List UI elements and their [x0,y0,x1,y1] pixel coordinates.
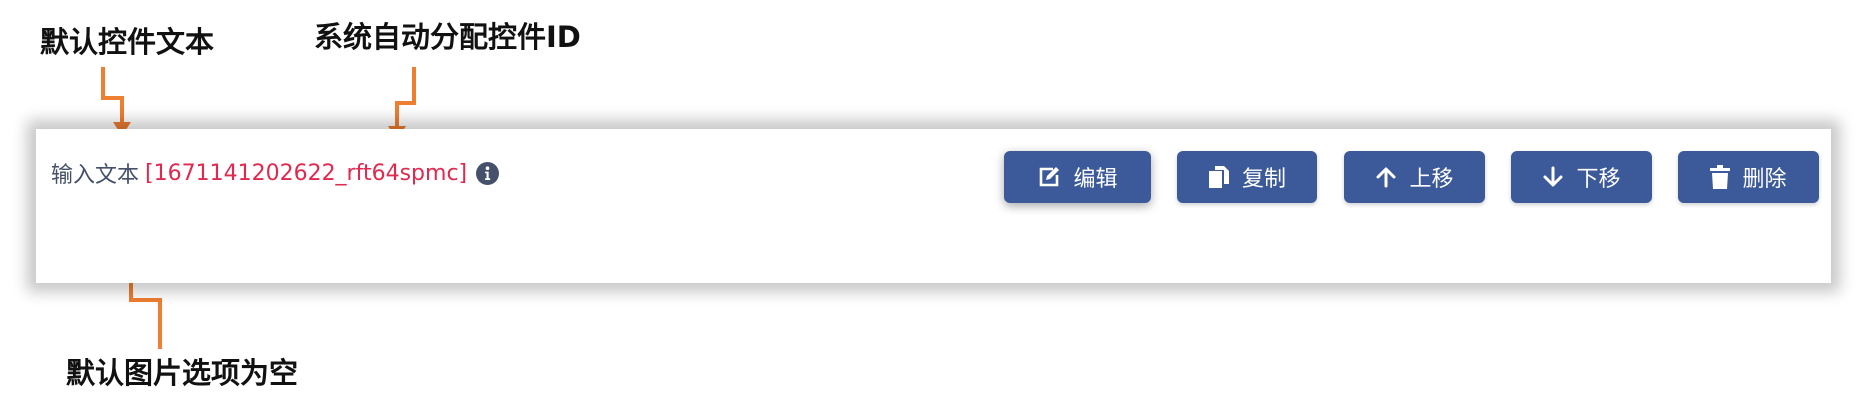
copy-button[interactable]: 复制 [1177,151,1317,203]
move-down-button-label: 下移 [1576,167,1621,192]
arrow-to-id [395,67,416,128]
field-row: 输入文本 [1671141202622_rft64spmc] [51,157,500,189]
trash-icon [1710,165,1731,189]
annotation-default-control-text: 默认控件文本 [40,25,215,59]
arrow-up-icon [1375,166,1397,188]
copy-button-label: 复制 [1241,167,1286,192]
field-label: 输入文本 [51,163,140,188]
move-up-button[interactable]: 上移 [1344,151,1485,203]
edit-icon [1037,165,1061,189]
move-up-button-label: 上移 [1409,167,1454,192]
arrow-down-icon [1542,166,1564,188]
move-down-button[interactable]: 下移 [1511,151,1652,203]
info-icon[interactable] [476,161,500,185]
annotation-auto-assigned-id: 系统自动分配控件ID [314,20,581,54]
field-control-id: [1671141202622_rft64spmc] [145,160,468,186]
control-panel: 输入文本 [1671141202622_rft64spmc] 编辑 复制 上移 … [36,129,1831,283]
delete-button-label: 删除 [1742,167,1787,192]
edit-button-label: 编辑 [1073,167,1118,192]
copy-icon [1208,165,1230,189]
edit-button[interactable]: 编辑 [1004,151,1151,203]
annotation-default-image-option-empty: 默认图片选项为空 [66,356,299,390]
arrow-to-label [101,67,124,124]
delete-button[interactable]: 删除 [1678,151,1819,203]
